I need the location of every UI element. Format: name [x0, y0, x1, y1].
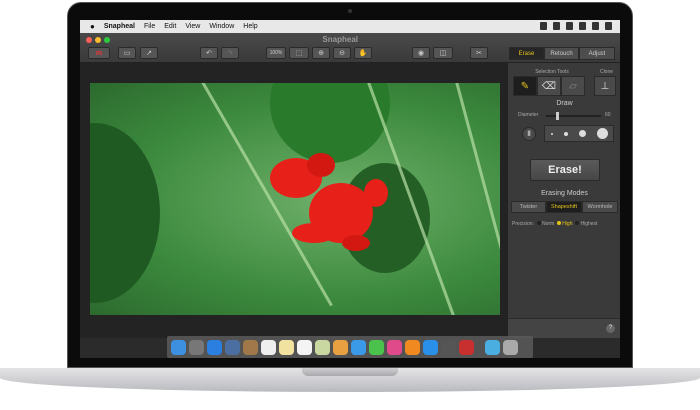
- notifications-icon[interactable]: [605, 22, 612, 30]
- dock-app-icon[interactable]: [503, 339, 518, 355]
- dock-app-icon[interactable]: [441, 339, 456, 355]
- logo-button[interactable]: m: [88, 47, 110, 59]
- dock-app-icon[interactable]: [279, 339, 294, 355]
- precision-norm-label: Norm: [541, 221, 555, 227]
- menu-app[interactable]: Snapheal: [104, 23, 135, 30]
- title-bar: Snapheal m ▭ ↗ ↶ ↷ 100% ⬚ ⊕ ⊖ ✋ ◉ ◫ ✂ Er…: [80, 33, 620, 63]
- brush-size-s[interactable]: [563, 131, 568, 136]
- undo-icon[interactable]: ↶: [200, 47, 218, 59]
- crop-icon[interactable]: ✂: [470, 47, 488, 59]
- brush-size-m[interactable]: [578, 130, 586, 137]
- mode-shapeshift[interactable]: Shapeshift: [546, 201, 582, 213]
- compare-icon[interactable]: ◫: [433, 47, 453, 59]
- dock-app-icon[interactable]: [485, 339, 500, 355]
- slider-thumb[interactable]: [556, 112, 559, 120]
- precision-group: Precision: Norm High Highest: [512, 221, 597, 227]
- brush-size-picker: [544, 125, 614, 142]
- zoom-in-icon[interactable]: ⊕: [312, 47, 330, 59]
- canvas-area[interactable]: [80, 63, 507, 338]
- diameter-slider[interactable]: [546, 112, 601, 120]
- dock-app-icon[interactable]: [459, 339, 474, 355]
- leaf-shadow: [90, 123, 160, 303]
- screen: ● Snapheal File Edit View Window Help Sn…: [80, 20, 620, 358]
- dock-app-icon[interactable]: [207, 339, 222, 355]
- menu-window[interactable]: Window: [209, 23, 234, 30]
- eraser-tool-icon[interactable]: ⌫: [537, 76, 561, 96]
- dock-app-icon[interactable]: [243, 339, 258, 355]
- lasso-tool-icon[interactable]: ▱: [561, 76, 585, 96]
- brush-size-l[interactable]: [596, 128, 608, 139]
- tab-adjust[interactable]: Adjust: [579, 47, 615, 60]
- laptop-notch: [302, 368, 398, 376]
- precision-high[interactable]: High: [557, 221, 572, 227]
- precision-high-label: High: [562, 221, 573, 227]
- precision-highest[interactable]: Highest: [575, 221, 597, 227]
- selection-tools-label: Selection Tools: [535, 69, 569, 75]
- menu-view[interactable]: View: [185, 23, 200, 30]
- share-icon[interactable]: ↗: [140, 47, 158, 59]
- preview-eye-icon[interactable]: ◉: [412, 47, 430, 59]
- menu-file[interactable]: File: [144, 23, 155, 30]
- panel-footer: ?: [508, 318, 620, 338]
- redo-icon[interactable]: ↷: [221, 47, 239, 59]
- zoom-out-icon[interactable]: ⊖: [333, 47, 351, 59]
- diameter-label: Diameter: [518, 112, 539, 118]
- brush-tool-icon[interactable]: ✎: [513, 76, 537, 96]
- mode-wormhole[interactable]: Wormhole: [582, 201, 618, 213]
- dock: [167, 336, 533, 358]
- status-icons: [540, 22, 612, 30]
- open-icon[interactable]: ▭: [118, 47, 136, 59]
- trash-icon[interactable]: ▮: [522, 127, 536, 141]
- dock-app-icon[interactable]: [405, 339, 420, 355]
- hand-icon[interactable]: ✋: [354, 47, 372, 59]
- clone-stamp-icon[interactable]: ⊥: [594, 76, 616, 96]
- dock-app-icon[interactable]: [423, 339, 438, 355]
- camera: [348, 9, 352, 13]
- tab-retouch[interactable]: Retouch: [544, 47, 579, 60]
- precision-label: Precision:: [512, 221, 534, 227]
- apple-icon[interactable]: ●: [90, 22, 95, 31]
- wifi-icon[interactable]: [566, 22, 573, 30]
- help-button[interactable]: ?: [606, 324, 615, 333]
- menu-bar: ● Snapheal File Edit View Window Help: [80, 20, 620, 33]
- clone-label: Clone: [599, 69, 614, 75]
- dock-app-icon[interactable]: [189, 339, 204, 355]
- menu-edit[interactable]: Edit: [164, 23, 176, 30]
- tool-panel: Selection Tools Clone ✎ ⌫ ▱ ⊥ Draw Diame…: [507, 63, 620, 338]
- battery-icon[interactable]: [579, 22, 586, 30]
- fit-icon[interactable]: ⬚: [289, 47, 309, 59]
- window-title: Snapheal: [322, 35, 358, 44]
- dock-app-icon[interactable]: [315, 339, 330, 355]
- precision-norm[interactable]: Norm: [536, 221, 555, 227]
- brush-size-xs[interactable]: [550, 132, 553, 135]
- erase-button[interactable]: Erase!: [530, 159, 600, 181]
- tab-erase[interactable]: Erase: [509, 47, 544, 60]
- dock-app-icon[interactable]: [387, 339, 402, 355]
- diameter-value: 60: [605, 112, 611, 118]
- dock-app-icon[interactable]: [171, 339, 186, 355]
- photo-frog-on-leaf[interactable]: [90, 83, 500, 315]
- status-icon[interactable]: [540, 22, 547, 30]
- dock-app-icon[interactable]: [297, 339, 312, 355]
- dock-app-icon[interactable]: [261, 339, 276, 355]
- leaf-vein: [450, 83, 500, 315]
- dock-app-icon[interactable]: [351, 339, 366, 355]
- dock-app-icon[interactable]: [225, 339, 240, 355]
- menu-help[interactable]: Help: [243, 23, 257, 30]
- actual-size-button[interactable]: 100%: [266, 47, 286, 59]
- red-frog: [270, 153, 388, 251]
- dock-app-icon[interactable]: [369, 339, 384, 355]
- status-icon[interactable]: [553, 22, 560, 30]
- search-icon[interactable]: [592, 22, 599, 30]
- erasing-modes-label: Erasing Modes: [541, 190, 588, 197]
- mode-twister[interactable]: Twister: [511, 201, 546, 213]
- draw-label: Draw: [556, 100, 573, 107]
- dock-app-icon[interactable]: [333, 339, 348, 355]
- precision-highest-label: Highest: [580, 221, 598, 227]
